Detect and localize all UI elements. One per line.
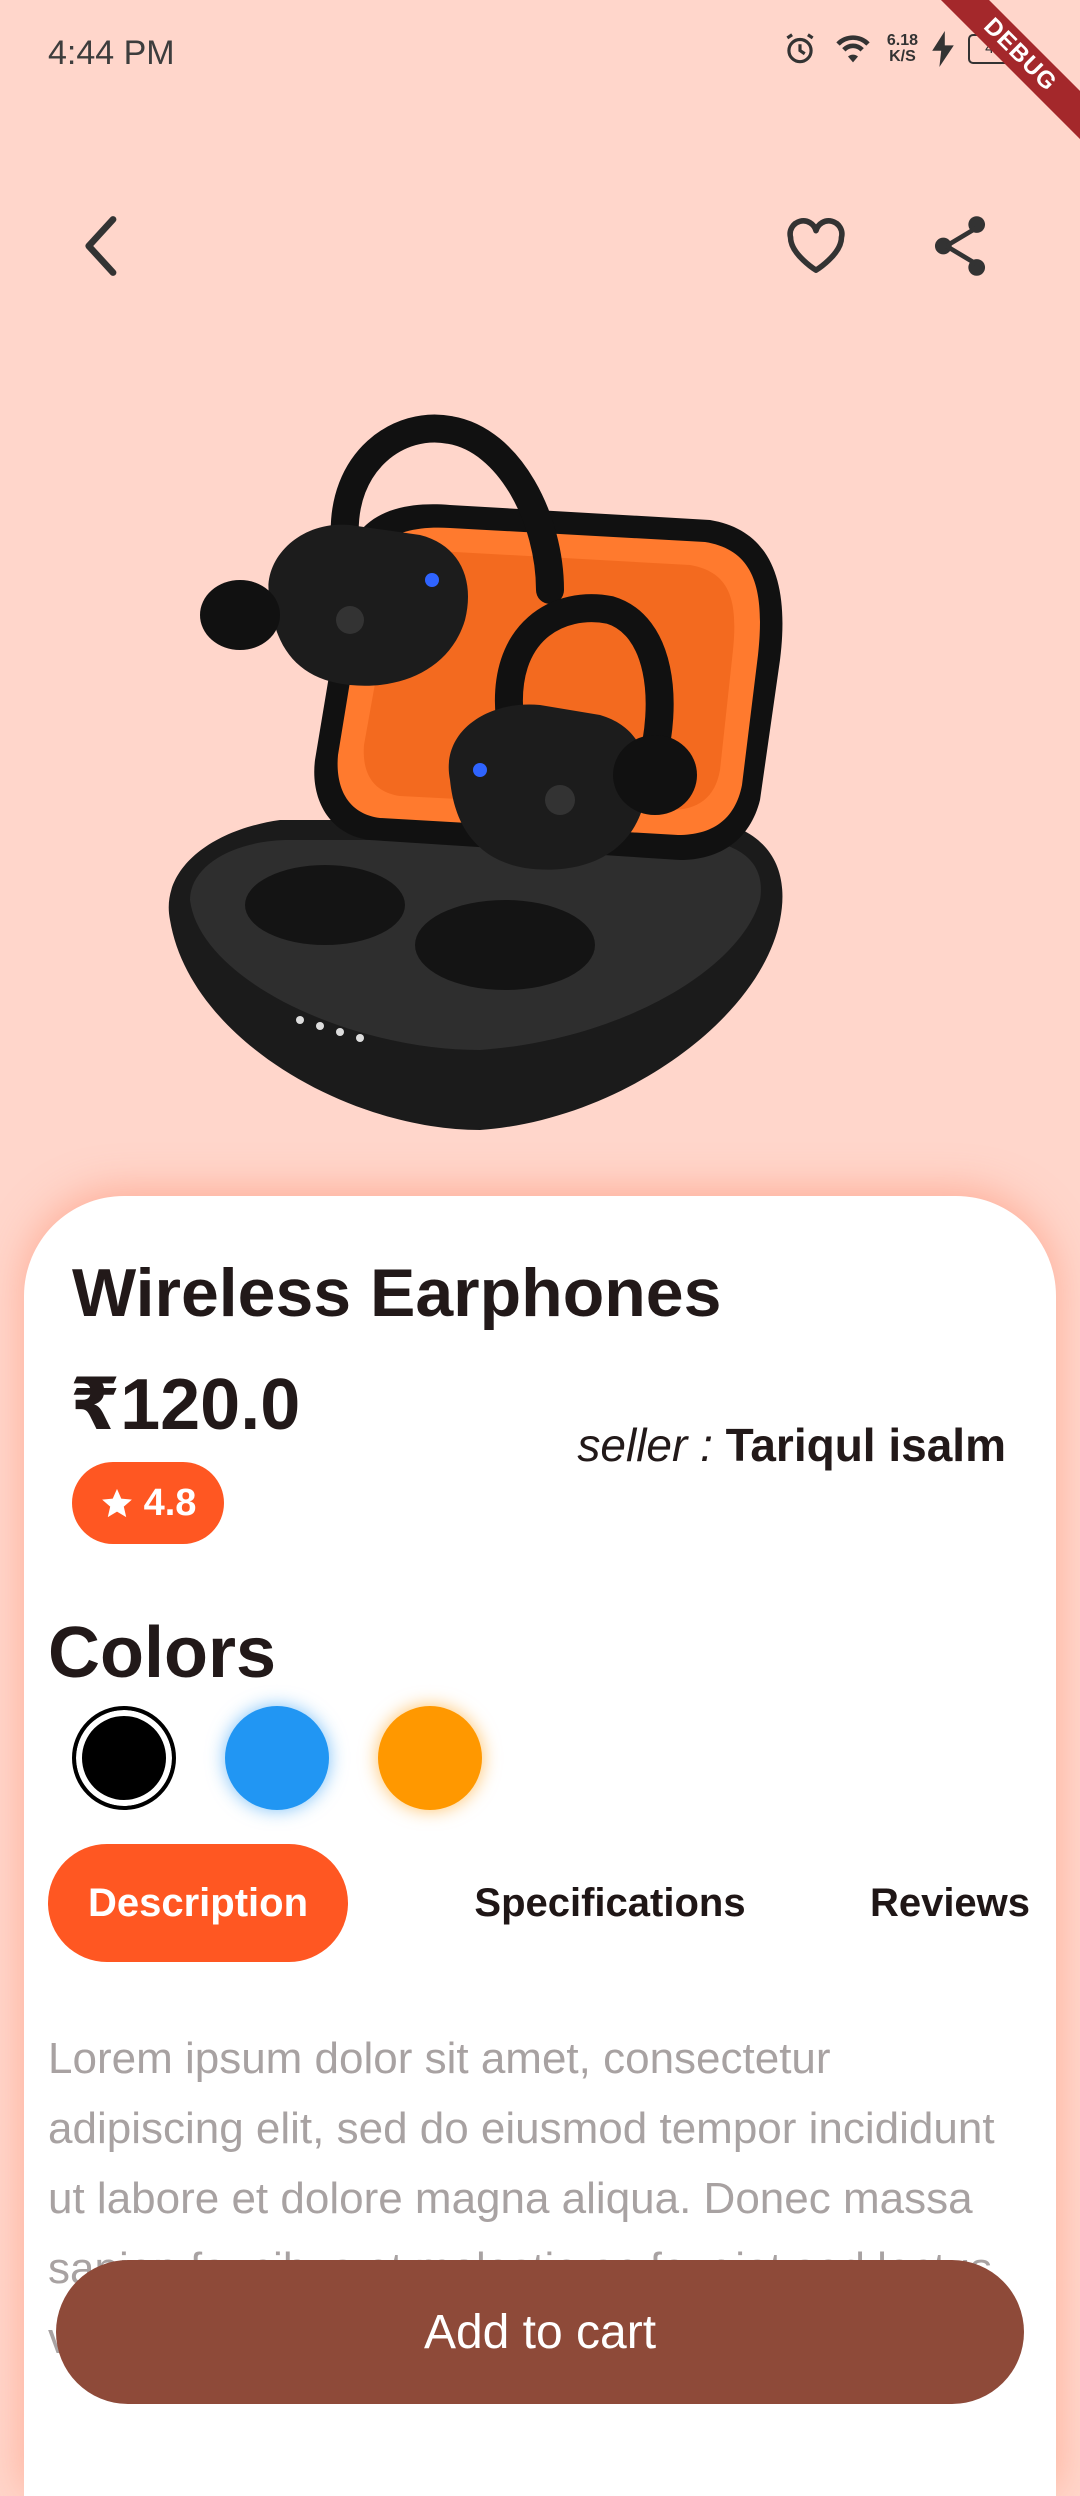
status-time: 4:44 PM — [48, 34, 175, 72]
seller-info: seller : Tariqul isalm — [577, 1418, 1006, 1472]
rating-value: 4.8 — [143, 1481, 197, 1524]
color-swatch-blue[interactable] — [225, 1706, 329, 1810]
earphones-case-image — [168, 414, 783, 1130]
favorite-button[interactable] — [776, 206, 856, 286]
charging-icon — [932, 31, 954, 67]
status-bar: 4:44 PM 6.18 K/S 49 — [0, 0, 1080, 110]
colors-heading: Colors — [48, 1613, 277, 1693]
rating-badge: 4.8 — [72, 1462, 224, 1544]
net-speed-unit: K/S — [889, 48, 916, 65]
back-button[interactable] — [62, 206, 142, 286]
share-button[interactable] — [920, 206, 1000, 286]
star-icon — [101, 1488, 132, 1518]
wifi-icon — [833, 31, 873, 67]
alarm-icon — [781, 30, 819, 68]
color-swatch-orange[interactable] — [378, 1706, 482, 1810]
color-swatch-black[interactable] — [72, 1706, 176, 1810]
heart-outline-icon — [787, 218, 845, 273]
net-speed-value: 6.18 — [886, 32, 918, 49]
tab-reviews[interactable]: Reviews — [850, 1844, 1050, 1962]
net-speed: 6.18 K/S — [887, 33, 918, 65]
tab-specifications[interactable]: Specifications — [430, 1844, 790, 1962]
product-price: ₹120.0 — [70, 1365, 301, 1445]
share-icon — [934, 216, 986, 276]
seller-label: seller : — [577, 1419, 726, 1471]
tab-description[interactable]: Description — [48, 1844, 348, 1962]
add-to-cart-button[interactable]: Add to cart — [56, 2260, 1024, 2404]
chevron-left-icon — [85, 216, 117, 276]
product-image — [150, 400, 850, 1140]
seller-name: Tariqul isalm — [725, 1419, 1006, 1471]
product-title: Wireless Earphones — [72, 1255, 722, 1331]
